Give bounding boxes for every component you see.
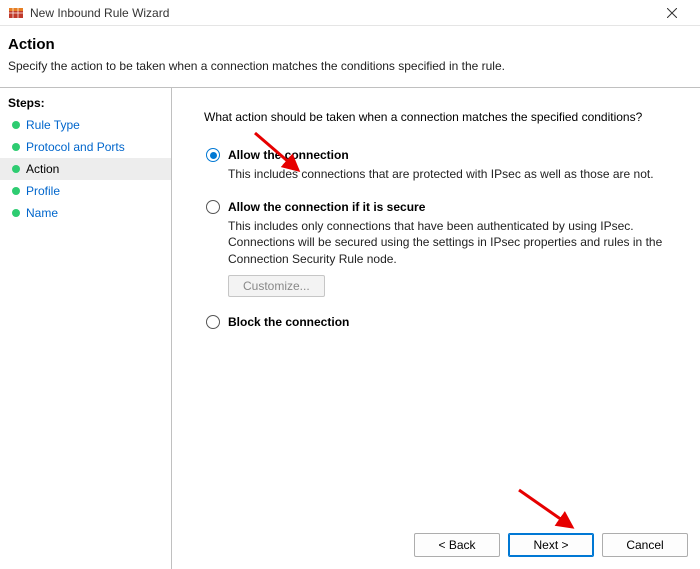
content-question: What action should be taken when a conne…	[204, 110, 676, 124]
step-rule-type[interactable]: Rule Type	[0, 114, 171, 136]
step-bullet-icon	[12, 121, 20, 129]
window-title: New Inbound Rule Wizard	[30, 6, 652, 20]
customize-button: Customize...	[228, 275, 325, 297]
close-icon	[667, 8, 677, 18]
step-label: Rule Type	[26, 118, 80, 132]
page-title: Action	[8, 36, 692, 53]
step-label: Protocol and Ports	[26, 140, 125, 154]
page-subtitle: Specify the action to be taken when a co…	[8, 59, 692, 73]
option-description: This includes only connections that have…	[228, 218, 676, 267]
option-allow: Allow the connection This includes conne…	[196, 148, 676, 182]
titlebar: New Inbound Rule Wizard	[0, 0, 700, 26]
option-label: Allow the connection if it is secure	[228, 200, 425, 214]
close-button[interactable]	[652, 0, 692, 26]
wizard-footer: < Back Next > Cancel	[172, 523, 700, 569]
cancel-button[interactable]: Cancel	[602, 533, 688, 557]
step-label: Action	[26, 162, 59, 176]
step-action[interactable]: Action	[0, 158, 171, 180]
step-label: Name	[26, 206, 58, 220]
steps-sidebar: Steps: Rule Type Protocol and Ports Acti…	[0, 88, 172, 569]
step-profile[interactable]: Profile	[0, 180, 171, 202]
option-block: Block the connection	[196, 315, 676, 329]
option-description: This includes connections that are prote…	[228, 166, 676, 182]
next-button[interactable]: Next >	[508, 533, 594, 557]
wizard-content: What action should be taken when a conne…	[172, 88, 700, 569]
radio-icon	[206, 200, 220, 214]
radio-icon	[206, 315, 220, 329]
step-name[interactable]: Name	[0, 202, 171, 224]
step-bullet-icon	[12, 165, 20, 173]
firewall-icon	[8, 5, 24, 21]
step-protocol-ports[interactable]: Protocol and Ports	[0, 136, 171, 158]
option-label: Block the connection	[228, 315, 349, 329]
radio-icon	[206, 148, 220, 162]
step-bullet-icon	[12, 209, 20, 217]
radio-block[interactable]: Block the connection	[206, 315, 676, 329]
wizard-header: Action Specify the action to be taken wh…	[0, 26, 700, 87]
radio-allow[interactable]: Allow the connection	[206, 148, 676, 162]
step-bullet-icon	[12, 187, 20, 195]
option-label: Allow the connection	[228, 148, 349, 162]
step-bullet-icon	[12, 143, 20, 151]
step-label: Profile	[26, 184, 60, 198]
back-button[interactable]: < Back	[414, 533, 500, 557]
radio-allow-secure[interactable]: Allow the connection if it is secure	[206, 200, 676, 214]
option-allow-secure: Allow the connection if it is secure Thi…	[196, 200, 676, 297]
wizard-body: Steps: Rule Type Protocol and Ports Acti…	[0, 88, 700, 569]
steps-heading: Steps:	[0, 96, 171, 114]
